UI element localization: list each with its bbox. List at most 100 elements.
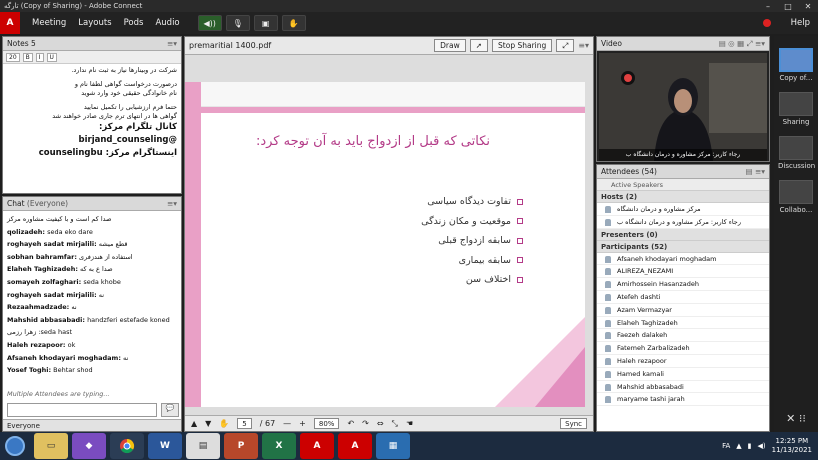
notes-body[interactable]: شرکت در وبینارها نیاز به ثبت نام ندارد. … bbox=[3, 64, 181, 162]
participant-row[interactable]: Amirhossein Hasanzadeh bbox=[597, 278, 769, 291]
record-icon[interactable] bbox=[762, 19, 771, 27]
participant-row[interactable]: Fatemeh Zarbalizadeh bbox=[597, 342, 769, 355]
chat-sender: Rezaahmadzade: bbox=[7, 303, 70, 312]
layout-sharing[interactable]: Sharing bbox=[778, 92, 814, 126]
participant-row[interactable]: Afsaneh khodayari moghadam bbox=[597, 253, 769, 266]
excel-icon[interactable]: X bbox=[262, 433, 296, 459]
menu-pods[interactable]: Pods bbox=[124, 18, 144, 28]
webcam-icon[interactable]: ▣ bbox=[253, 15, 278, 31]
participant-row[interactable]: maryame tashi jarah bbox=[597, 393, 769, 407]
explorer-icon[interactable]: ▭ bbox=[34, 433, 68, 459]
hosts-group[interactable]: Hosts (2) bbox=[597, 191, 769, 203]
participant-name: Afsaneh khodayari moghadam bbox=[617, 254, 717, 263]
sync-button[interactable]: Sync bbox=[560, 418, 587, 429]
draw-button[interactable]: Draw bbox=[434, 39, 466, 52]
font-size-select[interactable]: 20 bbox=[6, 52, 20, 62]
pod-menu-icon[interactable]: ▤ ◎ ▦ ⤢ ≡▾ bbox=[719, 39, 765, 49]
chat-message: Yosef Toghi: Behtar shod bbox=[7, 364, 177, 377]
underline-icon[interactable]: U bbox=[46, 52, 57, 62]
zoom-select[interactable]: 80% bbox=[313, 418, 340, 429]
page-input[interactable]: 5 bbox=[237, 418, 252, 429]
presenters-group[interactable]: Presenters (0) bbox=[597, 228, 769, 241]
layout-copy-of-sharing[interactable]: Copy of... bbox=[778, 48, 814, 82]
chat-input[interactable] bbox=[7, 403, 157, 417]
pod-menu-icon[interactable]: ≡▾ bbox=[167, 199, 177, 208]
prev-page-icon[interactable]: ▲ bbox=[191, 419, 197, 428]
host-row[interactable]: رجاء کاربر: مرکز مشاوره و درمان دانشگاه … bbox=[597, 216, 769, 229]
visual-studio-icon[interactable]: ◆ bbox=[72, 433, 106, 459]
instagram-label: اینستاگرام مرکز: bbox=[105, 148, 177, 158]
italic-icon[interactable]: I bbox=[35, 52, 44, 62]
menu-meeting[interactable]: Meeting bbox=[32, 18, 66, 28]
layout-tools-icon[interactable]: ✕ ⁝⁝ bbox=[778, 412, 814, 425]
microphone-icon[interactable]: 🎙 bbox=[225, 15, 250, 31]
zoom-out-icon[interactable]: — bbox=[283, 419, 291, 428]
menu-audio[interactable]: Audio bbox=[155, 18, 179, 28]
participant-row[interactable]: Elaheh Taghizadeh bbox=[597, 317, 769, 330]
participant-row[interactable]: Mahshid abbasabadi bbox=[597, 381, 769, 394]
network-icon[interactable]: ▮ bbox=[748, 442, 752, 450]
page-total: / 67 bbox=[259, 419, 276, 428]
layout-collaboration[interactable]: Collabo... bbox=[778, 180, 814, 214]
chrome-icon[interactable] bbox=[110, 433, 144, 459]
bold-icon[interactable]: B bbox=[22, 52, 33, 62]
host-row[interactable]: مرکز مشاوره و درمان دانشگاه bbox=[597, 203, 769, 216]
chat-recipient[interactable]: Everyone bbox=[3, 419, 181, 431]
stop-sharing-button[interactable]: Stop Sharing bbox=[492, 39, 553, 52]
redo-icon[interactable]: ↷ bbox=[362, 419, 369, 428]
participants-group[interactable]: Participants (52) bbox=[597, 240, 769, 253]
tray-up-icon[interactable]: ▲ bbox=[736, 442, 741, 450]
word-icon[interactable]: W bbox=[148, 433, 182, 459]
participant-row[interactable]: Faezeh dalakeh bbox=[597, 329, 769, 343]
send-icon[interactable]: 💬 bbox=[161, 403, 179, 417]
help-menu[interactable]: Help bbox=[791, 18, 810, 28]
next-page-icon[interactable]: ▼ bbox=[205, 419, 211, 428]
app-icon[interactable]: ▤ bbox=[186, 433, 220, 459]
raise-hand-icon[interactable]: ✋ bbox=[281, 15, 306, 31]
pod-menu-icon[interactable]: ≡▾ bbox=[167, 39, 177, 48]
fit-icon[interactable]: ⇔ bbox=[377, 419, 384, 428]
pointer-icon[interactable]: ➚ bbox=[469, 39, 489, 52]
volume-icon[interactable]: ◀) bbox=[758, 442, 766, 450]
chat-message: صدا کم است و با کیفیت مشاوره مرکز bbox=[7, 213, 177, 226]
chat-text: استفاده از هندزفری bbox=[79, 252, 133, 261]
language-indicator[interactable]: FA bbox=[722, 442, 730, 450]
acrobat-icon[interactable]: A bbox=[300, 433, 334, 459]
slide-page: نکاتی که قبل از ازدواج باید به آن توجه ک… bbox=[185, 82, 585, 407]
participant-row[interactable]: ALIREZA_NEZAMI bbox=[597, 265, 769, 279]
chat-sender: qolizadeh: bbox=[7, 227, 46, 236]
windows-store-icon[interactable]: ▦ bbox=[376, 433, 410, 459]
bullet-text: سابقه ازدواج قبلی bbox=[438, 235, 511, 246]
participant-row[interactable]: Azam Vermazyar bbox=[597, 304, 769, 317]
minimize-icon[interactable]: – bbox=[758, 2, 778, 11]
slide-bullet: تفاوت دیدگاه سیاسی bbox=[421, 192, 523, 212]
notes-line: گواهی ها در انتهای ترم جاری صادر خواهند … bbox=[52, 112, 177, 120]
hand-icon[interactable]: ✋ bbox=[219, 419, 229, 428]
notes-pod: Notes 5 ≡▾ 20 B I U شرکت در وبینارها نیاز… bbox=[2, 36, 182, 194]
pod-menu-icon[interactable]: ▤ ≡▾ bbox=[745, 167, 765, 176]
adobe-connect-icon[interactable]: A bbox=[338, 433, 372, 459]
layout-label: Discussion bbox=[778, 162, 816, 170]
user-icon bbox=[605, 218, 611, 226]
start-button[interactable] bbox=[0, 432, 30, 460]
participant-name: Elaheh Taghizadeh bbox=[617, 318, 678, 327]
fullscreen-icon[interactable]: ⤢ bbox=[556, 39, 575, 52]
participant-name: Haleh rezapoor bbox=[617, 356, 667, 365]
participant-row[interactable]: Hamed kamali bbox=[597, 368, 769, 381]
undo-icon[interactable]: ↶ bbox=[347, 419, 354, 428]
fit-page-icon[interactable]: ⤡ bbox=[392, 419, 398, 429]
pod-menu-icon[interactable]: ≡▾ bbox=[578, 41, 589, 50]
clock[interactable]: 12:25 PM 11/13/2021 bbox=[772, 437, 812, 455]
chat-text: seda khobe bbox=[83, 277, 121, 286]
bullet-square-icon bbox=[517, 276, 523, 283]
menu-layouts[interactable]: Layouts bbox=[78, 18, 111, 28]
participant-row[interactable]: Atefeh dashti bbox=[597, 291, 769, 304]
close-icon[interactable]: ✕ bbox=[798, 2, 818, 11]
zoom-in-icon[interactable]: + bbox=[299, 419, 306, 428]
speaker-icon[interactable]: ◀)) bbox=[197, 15, 222, 31]
powerpoint-icon[interactable]: P bbox=[224, 433, 258, 459]
maximize-icon[interactable]: □ bbox=[778, 2, 798, 11]
layout-discussion[interactable]: Discussion bbox=[778, 136, 816, 170]
tools-icon[interactable]: ☚ bbox=[406, 419, 413, 428]
participant-row[interactable]: Haleh rezapoor bbox=[597, 355, 769, 368]
